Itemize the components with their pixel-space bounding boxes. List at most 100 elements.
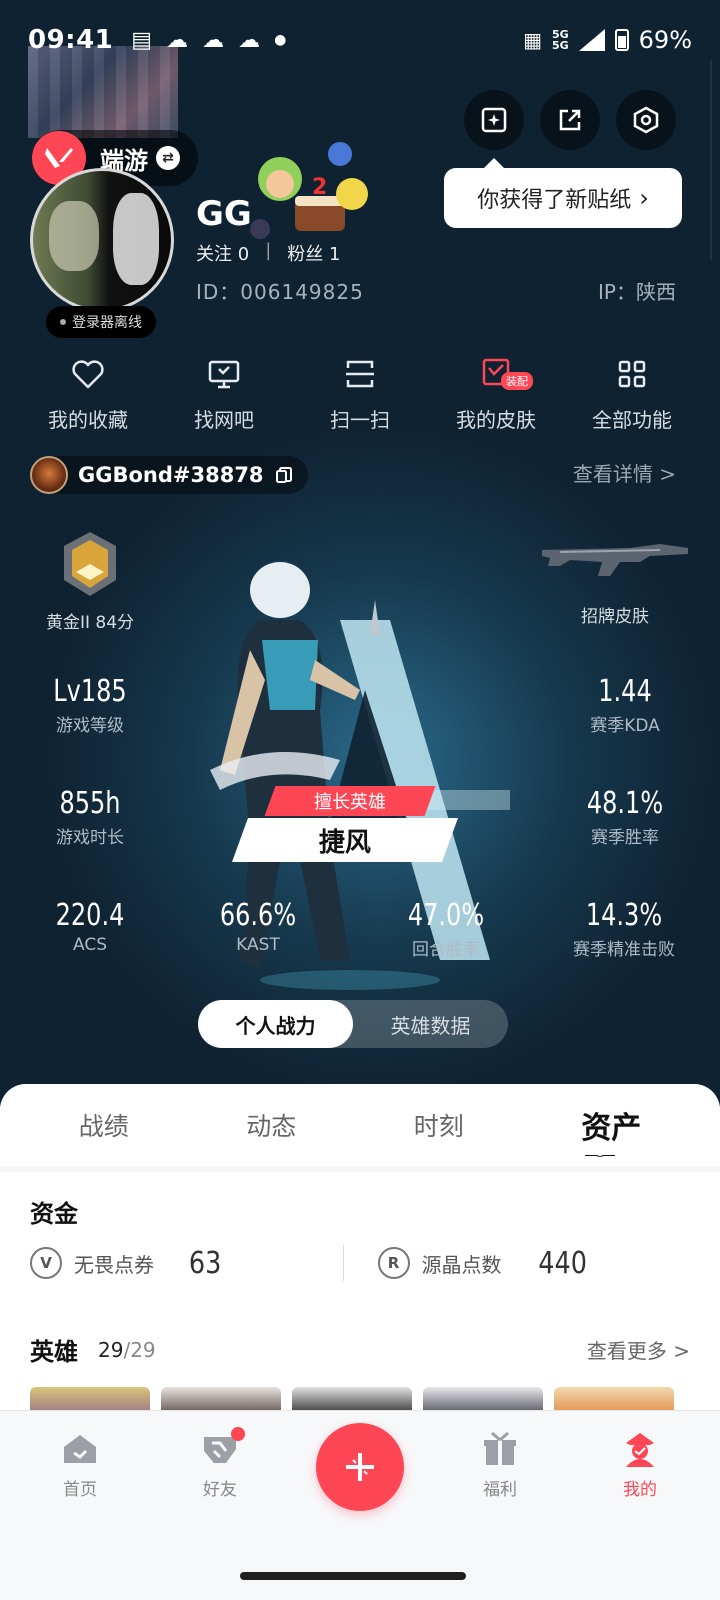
stat-hours: 855h 游戏时长	[56, 786, 124, 848]
divider	[342, 1245, 344, 1281]
equip-badge: 装配	[501, 372, 533, 390]
best-hero-tag: 擅长英雄	[264, 786, 436, 816]
sticker-tip-text: 你获得了新贴纸	[477, 188, 632, 213]
gift-icon	[484, 1431, 516, 1465]
nav-create[interactable]	[305, 1423, 415, 1511]
rank-gold-icon	[64, 532, 116, 596]
rank-block[interactable]: 黄金II 84分	[40, 530, 140, 633]
stat-winrate: 48.1% 赛季胜率	[586, 786, 664, 848]
sim-icon: ▦	[523, 28, 542, 52]
func-my-skins[interactable]: 装配 我的皮肤	[436, 356, 556, 433]
fund-valorant-points[interactable]: V 无畏点券 63	[30, 1246, 343, 1281]
wechat-icon: ☁	[166, 27, 189, 53]
profile-agent-icon	[626, 1433, 654, 1467]
monitor-icon	[208, 360, 240, 389]
status-bar: 09:41 ▤ ☁ ☁ ☁ ● ▦ 5G 5G 69%	[28, 22, 692, 58]
share-icon	[559, 109, 581, 131]
plus-icon	[346, 1453, 374, 1481]
rank-label: 黄金II 84分	[45, 613, 135, 633]
stat-level: Lv185 游戏等级	[53, 674, 127, 736]
func-find-netcafe[interactable]: 找网吧	[164, 356, 284, 433]
settings-button[interactable]	[616, 90, 676, 150]
stat-headshot: 14.3% 赛季精准击败	[573, 898, 675, 960]
new-sticker-tooltip[interactable]: 你获得了新贴纸 ›	[444, 158, 682, 228]
copy-icon[interactable]	[274, 465, 294, 485]
tab-indicator	[585, 1155, 616, 1157]
status-time: 09:41	[28, 25, 114, 55]
nav-welfare[interactable]: 福利	[445, 1429, 555, 1511]
home-indicator[interactable]	[240, 1572, 466, 1580]
create-button[interactable]	[316, 1423, 404, 1511]
funds-section: 资金 V 无畏点券 63 R 源晶点数 440	[0, 1172, 720, 1312]
battery-percent: 69%	[638, 26, 692, 54]
riot-id-pill[interactable]: GGBond#38878	[30, 456, 308, 494]
riot-id: GGBond#38878	[78, 463, 264, 487]
birthday-sticker-icon[interactable]: 2	[240, 134, 380, 254]
user-id: ID：006149825	[196, 280, 364, 304]
profile-banner-image[interactable]	[28, 46, 178, 138]
stats-mode-switch: 个人战力 英雄数据	[198, 1000, 508, 1048]
more-dot-icon: ●	[274, 32, 287, 48]
follow-count[interactable]: 关注 0	[196, 240, 249, 266]
top-actions	[464, 90, 676, 150]
notes-icon: ▤	[131, 27, 153, 53]
tab-moments[interactable]: 时刻	[414, 1107, 464, 1143]
heroes-title: 英雄	[30, 1338, 78, 1366]
avatar[interactable]	[30, 168, 174, 312]
weapon-skin-icon	[542, 544, 688, 576]
grid-icon	[618, 360, 646, 388]
signal-icon	[578, 29, 605, 51]
launcher-status-badge: 登录器离线	[46, 306, 156, 338]
status-dot-icon	[60, 319, 66, 325]
func-scan[interactable]: 扫一扫	[300, 356, 420, 433]
content-tabs: 战绩 动态 时刻 资产	[0, 1084, 720, 1166]
nav-friends[interactable]: 好友	[165, 1427, 275, 1511]
tab-feed[interactable]: 动态	[246, 1107, 296, 1143]
home-icon	[64, 1435, 96, 1463]
fans-count[interactable]: 粉丝 1	[287, 240, 340, 266]
quick-functions: 我的收藏 找网吧 扫一扫 装配 我的皮肤 全部功能	[28, 356, 692, 433]
wechat-icon: ☁	[238, 27, 261, 53]
tab-hero-data[interactable]: 英雄数据	[353, 1000, 508, 1048]
share-button[interactable]	[540, 90, 600, 150]
network-type: 5G 5G	[551, 28, 569, 52]
nav-home[interactable]: 首页	[25, 1429, 135, 1511]
scan-icon	[346, 360, 374, 388]
hero-count: 29/29	[98, 1337, 156, 1362]
stat-kast: 66.6% KAST	[219, 898, 297, 955]
tab-assets[interactable]: 资产	[581, 1103, 641, 1157]
battery-icon	[614, 29, 629, 51]
tab-personal-power[interactable]: 个人战力	[198, 1000, 353, 1048]
heart-icon	[72, 360, 104, 389]
sticker-icon	[481, 107, 507, 133]
notification-icons: ▤ ☁ ☁ ☁ ●	[131, 28, 286, 53]
separator: |	[265, 240, 272, 261]
swap-icon: ⇄	[156, 146, 180, 170]
profile-header-area: 09:41 ▤ ☁ ☁ ☁ ● ▦ 5G 5G 69% 端游 ⇄ 你获得了新贴纸…	[0, 0, 720, 1110]
best-hero-name: 捷风	[231, 818, 459, 862]
hexagon-settings-icon	[633, 106, 659, 134]
best-hero-banner: 擅长英雄 捷风	[231, 786, 460, 862]
radianite-icon: R	[377, 1247, 410, 1279]
signature-skin-block[interactable]: 招牌皮肤	[540, 540, 690, 627]
valorant-points-icon: V	[30, 1247, 62, 1279]
view-detail-link[interactable]: 查看详情 >	[573, 458, 676, 487]
tab-match-record[interactable]: 战绩	[79, 1107, 129, 1143]
funds-title: 资金	[30, 1200, 78, 1228]
sticker-button[interactable]	[464, 90, 524, 150]
stat-kda: 1.44 赛季KDA	[590, 674, 660, 736]
nav-mine[interactable]: 我的	[585, 1429, 695, 1511]
fund-radianite-points[interactable]: R 源晶点数 440	[377, 1246, 691, 1281]
wechat-icon: ☁	[202, 27, 225, 53]
chevron-right-icon: ›	[639, 184, 649, 212]
follow-stats: 关注 0 | 粉丝 1	[196, 240, 340, 266]
view-more-heroes-link[interactable]: 查看更多 >	[587, 1335, 690, 1364]
stat-acs: 220.4 ACS	[55, 898, 125, 955]
stat-round-winrate: 47.0% 回合胜率	[407, 898, 485, 960]
func-favorites[interactable]: 我的收藏	[28, 356, 148, 433]
skin-label: 招牌皮肤	[581, 607, 649, 627]
svg-text:2: 2	[312, 175, 327, 200]
decorative-line	[710, 60, 712, 260]
func-all[interactable]: 全部功能	[572, 356, 692, 433]
player-card-avatar	[30, 456, 68, 494]
